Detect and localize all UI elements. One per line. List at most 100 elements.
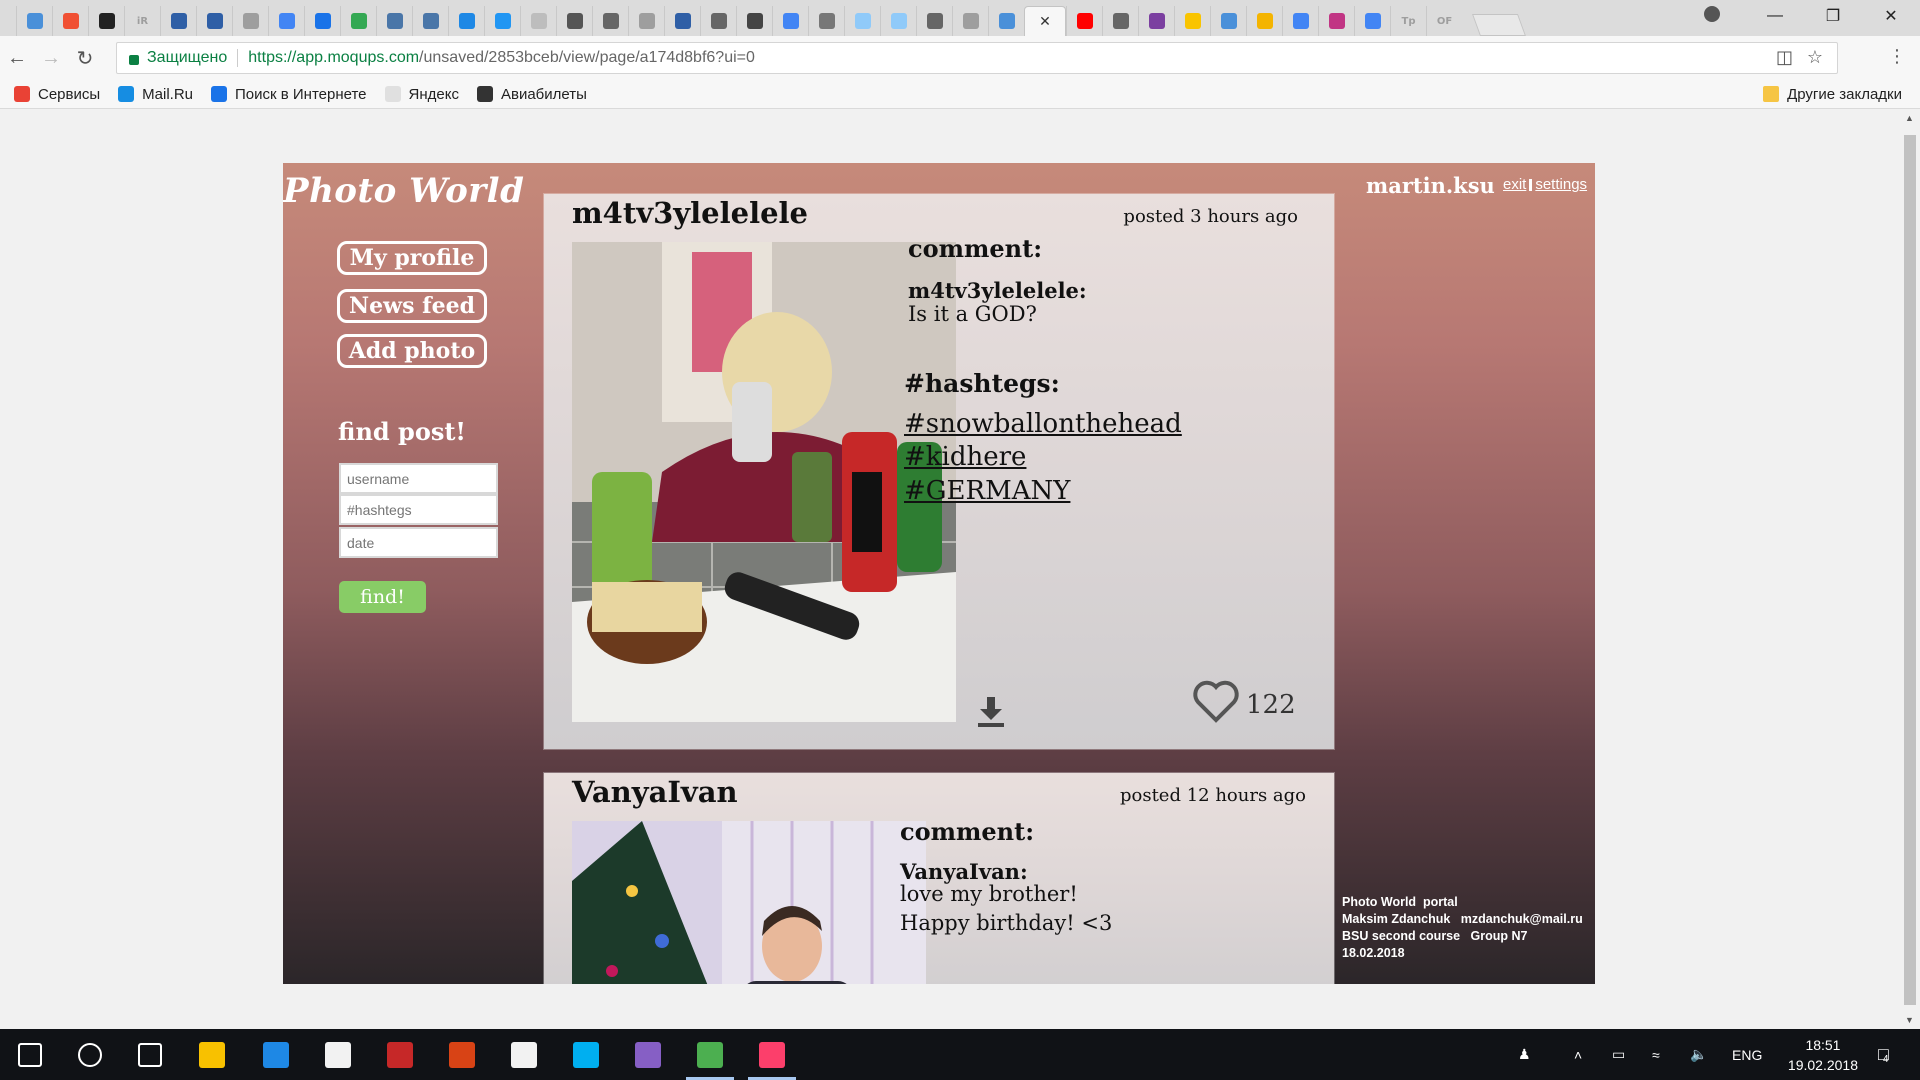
browser-tab[interactable] [376, 6, 412, 36]
address-bar[interactable]: Защищено https://app.moqups.com/unsaved/… [116, 42, 1838, 74]
browser-tab[interactable] [1210, 6, 1246, 36]
browser-tab[interactable] [196, 6, 232, 36]
browser-tab[interactable] [1174, 6, 1210, 36]
back-button[interactable]: ← [0, 41, 34, 75]
taskbar-item[interactable] [122, 1029, 178, 1080]
bookmark-item[interactable]: Авиабилеты [476, 86, 587, 103]
browser-tab[interactable] [952, 6, 988, 36]
heart-icon[interactable] [1192, 679, 1240, 728]
post-author[interactable]: m4tv3ylelelele [572, 196, 808, 230]
minimize-button[interactable]: — [1746, 0, 1804, 32]
browser-tab[interactable] [736, 6, 772, 36]
browser-tab[interactable] [340, 6, 376, 36]
browser-tab[interactable] [592, 6, 628, 36]
close-window-button[interactable]: ✕ [1862, 0, 1920, 32]
maximize-button[interactable]: ❐ [1804, 0, 1862, 32]
hashtag-link[interactable]: #GERMANY [904, 476, 1070, 506]
taskbar-item[interactable] [372, 1029, 428, 1080]
browser-tab[interactable] [304, 6, 340, 36]
scroll-up-icon[interactable]: ▲ [1905, 113, 1914, 123]
browser-tab[interactable] [808, 6, 844, 36]
new-tab-button[interactable] [1471, 14, 1527, 36]
taskbar-item[interactable] [496, 1029, 552, 1080]
my-profile-button[interactable]: My profile [337, 241, 487, 275]
browser-tab[interactable] [520, 6, 556, 36]
people-icon[interactable]: ♟ [1518, 1029, 1531, 1080]
exit-link[interactable]: exit [1503, 176, 1526, 193]
username-search-input[interactable] [339, 463, 498, 494]
profile-icon[interactable] [1704, 6, 1720, 22]
browser-tab[interactable] [880, 6, 916, 36]
current-username[interactable]: martin.ksu [1366, 173, 1495, 198]
bookmark-star-icon[interactable]: ☆ [1807, 47, 1823, 68]
bookmark-item[interactable]: Поиск в Интернете [211, 86, 367, 103]
taskbar-item[interactable] [2, 1029, 58, 1080]
taskbar-item[interactable] [744, 1029, 800, 1080]
browser-tab[interactable] [412, 6, 448, 36]
browser-tab[interactable] [664, 6, 700, 36]
browser-tab[interactable]: ✕ [1024, 6, 1066, 36]
add-photo-button[interactable]: Add photo [337, 334, 487, 368]
browser-tab[interactable]: OF [1426, 6, 1462, 36]
battery-icon[interactable]: ▭ [1612, 1029, 1625, 1080]
browser-tab[interactable] [232, 6, 268, 36]
other-bookmarks[interactable]: Другие закладки [1763, 86, 1902, 103]
browser-tab[interactable] [700, 6, 736, 36]
taskbar-item[interactable] [248, 1029, 304, 1080]
find-button[interactable]: find! [339, 581, 426, 613]
news-feed-button[interactable]: News feed [337, 289, 487, 323]
browser-tab[interactable] [1282, 6, 1318, 36]
browser-tab[interactable] [916, 6, 952, 36]
browser-tab[interactable] [988, 6, 1024, 36]
post-photo[interactable] [572, 242, 956, 722]
browser-tab[interactable] [1102, 6, 1138, 36]
volume-icon[interactable]: 🔈 [1690, 1029, 1707, 1080]
hashtags-search-input[interactable] [339, 494, 498, 525]
language-indicator[interactable]: ENG [1732, 1029, 1762, 1080]
tray-chevron-icon[interactable]: ˄ [1574, 1029, 1582, 1080]
browser-tab[interactable] [484, 6, 520, 36]
post-photo[interactable] [572, 821, 926, 984]
hashtag-link[interactable]: #snowballonthehead [904, 409, 1182, 439]
wifi-icon[interactable]: ≈ [1652, 1029, 1660, 1080]
taskbar-item[interactable] [184, 1029, 240, 1080]
bookmark-item[interactable]: Сервисы [14, 86, 100, 103]
translate-icon[interactable]: ◫ [1776, 47, 1793, 68]
browser-tab[interactable] [1066, 6, 1102, 36]
browser-tab[interactable] [772, 6, 808, 36]
site-logo[interactable]: Photo World [283, 171, 524, 211]
browser-tab[interactable] [844, 6, 880, 36]
scroll-thumb[interactable] [1904, 135, 1916, 1005]
taskbar-item[interactable] [682, 1029, 738, 1080]
taskbar-item[interactable] [558, 1029, 614, 1080]
scrollbar[interactable]: ▲ ▼ [1900, 109, 1920, 1029]
browser-tab[interactable]: iR [124, 6, 160, 36]
browser-menu-icon[interactable]: ⋮ [1888, 46, 1906, 67]
close-icon[interactable]: ✕ [1039, 13, 1051, 30]
browser-tab[interactable] [1354, 6, 1390, 36]
browser-tab[interactable] [556, 6, 592, 36]
forward-button[interactable]: → [34, 41, 68, 75]
browser-tab[interactable] [1246, 6, 1282, 36]
reload-button[interactable]: ↻ [68, 41, 102, 75]
browser-tab[interactable] [448, 6, 484, 36]
browser-tab[interactable] [628, 6, 664, 36]
taskbar-item[interactable] [62, 1029, 118, 1080]
browser-tab[interactable] [16, 6, 52, 36]
settings-link[interactable]: settings [1535, 176, 1587, 193]
browser-tab[interactable]: Tp [1390, 6, 1426, 36]
taskbar-item[interactable] [434, 1029, 490, 1080]
browser-tab[interactable] [268, 6, 304, 36]
bookmark-item[interactable]: Mail.Ru [118, 86, 193, 103]
bookmark-item[interactable]: Яндекс [384, 86, 459, 103]
browser-tab[interactable] [52, 6, 88, 36]
taskbar-item[interactable] [310, 1029, 366, 1080]
browser-tab[interactable] [160, 6, 196, 36]
taskbar-item[interactable] [620, 1029, 676, 1080]
download-icon[interactable] [978, 697, 1004, 732]
hashtag-link[interactable]: #kidhere [904, 442, 1026, 472]
post-author[interactable]: VanyaIvan [572, 775, 738, 809]
scroll-down-icon[interactable]: ▼ [1905, 1015, 1914, 1025]
date-search-input[interactable] [339, 527, 498, 558]
browser-tab[interactable] [88, 6, 124, 36]
